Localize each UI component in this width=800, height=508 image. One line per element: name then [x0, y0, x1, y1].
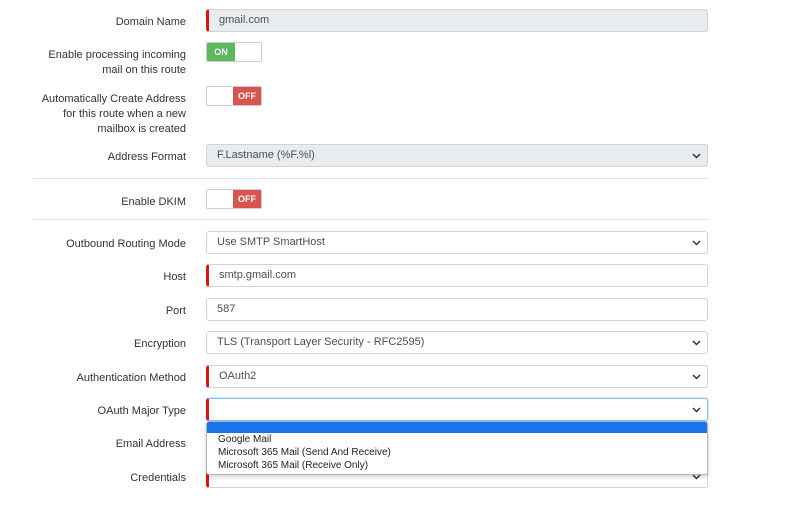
credentials-label: Credentials [130, 472, 186, 484]
enable-dkim-label: Enable DKIM [121, 196, 186, 208]
toggle-on-state: ON [207, 43, 235, 61]
dropdown-option-ms365-send-receive[interactable]: Microsoft 365 Mail (Send And Receive) [207, 446, 707, 459]
host-label: Host [163, 271, 186, 283]
oauth-major-type-label: OAuth Major Type [97, 405, 186, 417]
domain-name-field[interactable]: gmail.com [206, 9, 708, 32]
enable-processing-toggle[interactable]: ON [206, 42, 262, 62]
dropdown-option-ms365-receive-only[interactable]: Microsoft 365 Mail (Receive Only) [207, 459, 707, 472]
encryption-value: TLS (Transport Layer Security - RFC2595) [217, 336, 425, 348]
outbound-routing-select[interactable]: Use SMTP SmartHost [206, 231, 708, 254]
address-format-value: F.Lastname (%F.%l) [217, 149, 315, 161]
auto-create-label: Automatically Create Address for this ro… [41, 93, 186, 135]
oauth-major-type-dropdown: Google Mail Microsoft 365 Mail (Send And… [206, 421, 708, 475]
encryption-label: Encryption [134, 338, 186, 350]
enable-dkim-toggle[interactable]: OFF [206, 189, 262, 209]
chevron-down-icon [692, 238, 701, 247]
address-format-select[interactable]: F.Lastname (%F.%l) [206, 144, 708, 167]
section-divider [33, 178, 709, 179]
outbound-routing-label: Outbound Routing Mode [66, 238, 186, 250]
toggle-off-state: OFF [233, 87, 261, 105]
auth-method-label: Authentication Method [76, 372, 186, 384]
port-label: Port [165, 305, 186, 317]
address-format-label: Address Format [107, 151, 186, 163]
host-input[interactable]: smtp.gmail.com [206, 264, 708, 287]
auto-create-toggle[interactable]: OFF [206, 86, 262, 106]
section-divider [33, 219, 709, 220]
chevron-down-icon [692, 405, 701, 414]
chevron-down-icon [692, 151, 701, 160]
email-address-label: Email Address [115, 438, 186, 450]
chevron-down-icon [692, 338, 701, 347]
port-input[interactable]: 587 [206, 298, 708, 321]
oauth-major-type-select[interactable] [206, 398, 708, 421]
enable-processing-label: Enable processing incoming mail on this … [48, 49, 186, 76]
encryption-select[interactable]: TLS (Transport Layer Security - RFC2595) [206, 331, 708, 354]
dropdown-option-google-mail[interactable]: Google Mail [207, 433, 707, 446]
domain-name-label: Domain Name [115, 16, 186, 28]
chevron-down-icon [692, 372, 701, 381]
dropdown-option[interactable] [207, 422, 707, 433]
auth-method-select[interactable]: OAuth2 [206, 365, 708, 388]
toggle-off-state: OFF [233, 190, 261, 208]
auth-method-value: OAuth2 [219, 370, 257, 382]
outbound-routing-value: Use SMTP SmartHost [217, 236, 325, 248]
